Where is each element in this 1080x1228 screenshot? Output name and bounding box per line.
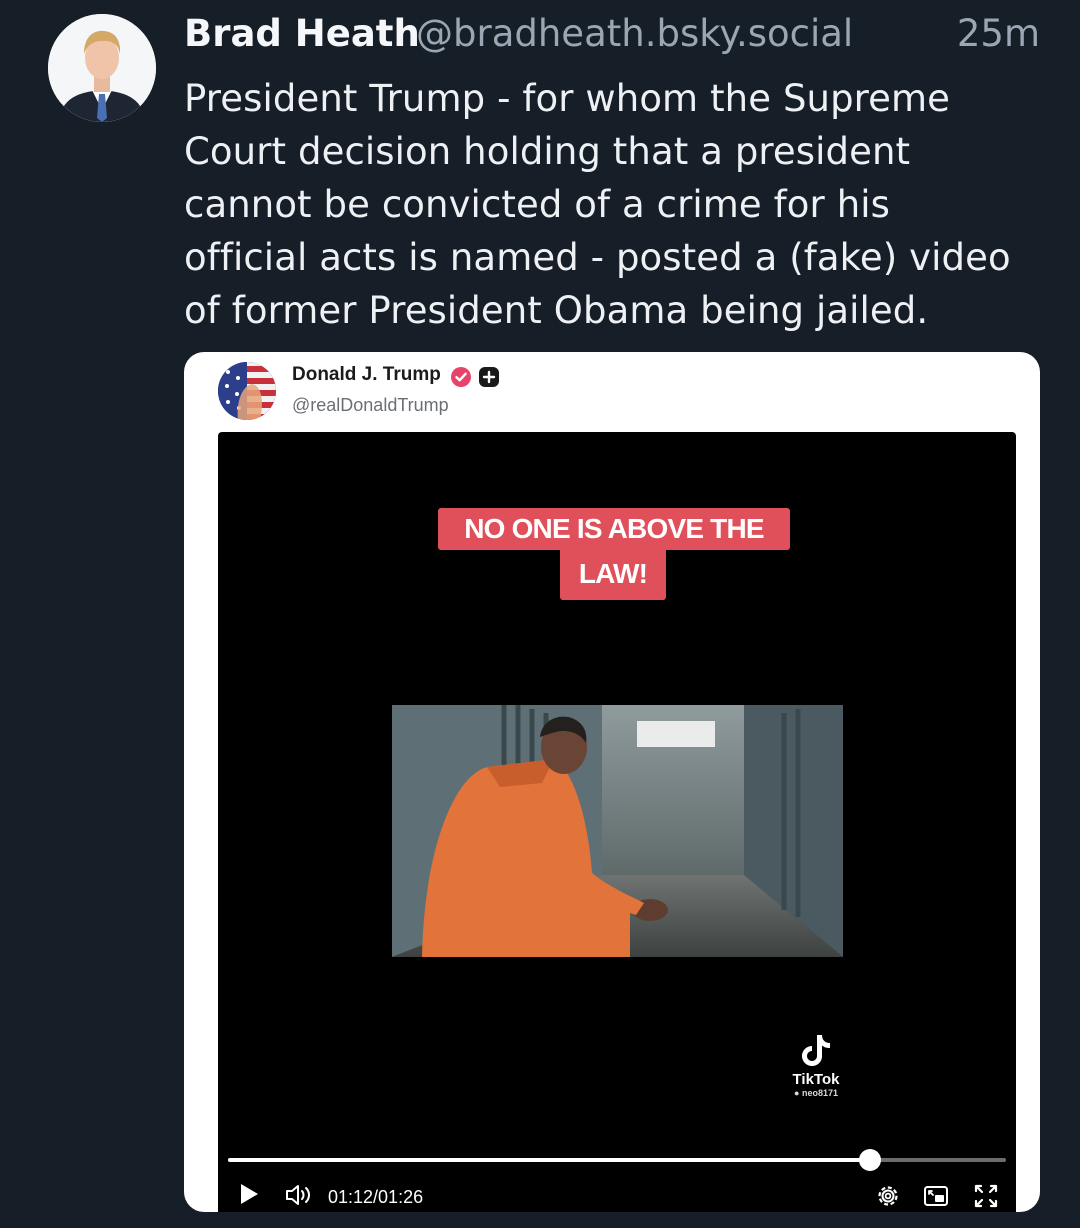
post-header: Brad Heath @bradheath.bsky.social 25m [184,10,1044,62]
tiktok-logo-icon [802,1035,830,1066]
tiktok-username-text: neo8171 [801,1088,838,1098]
author-avatar[interactable] [48,14,156,122]
volume-icon[interactable] [284,1182,314,1208]
author-handle[interactable]: @bradheath.bsky.social [416,12,853,55]
post-text-line: official acts is named - posted a (fake)… [184,236,1011,279]
video-caption-banner: LAW! [560,550,666,600]
video-caption-banner: NO ONE IS ABOVE THE [438,508,790,550]
post-text-line: Court decision holding that a president [184,130,911,173]
tiktok-watermark: TikTok ● neo8171 [773,1032,859,1098]
post-text-line: President Trump - for whom the Supreme [184,77,951,120]
plus-badge-icon [479,367,499,387]
progress-bar[interactable] [228,1149,1006,1171]
post-text: President Trump - for whom the Supreme C… [184,72,1064,337]
post-text-line: of former President Obama being jailed. [184,289,929,332]
embedded-screenshot-card[interactable]: Donald J. Trump @realDonaldTrump NO ONE … [184,352,1040,1212]
post-timestamp[interactable]: 25m [957,12,1040,55]
verified-icon [451,367,471,387]
embed-author-handle: @realDonaldTrump [292,395,449,415]
progress-fill [228,1158,870,1162]
tiktok-label: TikTok [792,1071,840,1088]
progress-thumb[interactable] [858,1149,881,1171]
settings-icon[interactable] [874,1182,902,1210]
video-still-image [392,705,843,957]
tiktok-username: ● neo8171 [794,1088,838,1098]
video-time: 01:12/01:26 [328,1187,424,1207]
fullscreen-icon[interactable] [972,1182,1000,1210]
author-name[interactable]: Brad Heath [184,12,420,55]
post-text-line: cannot be convicted of a crime for his [184,183,891,226]
embed-author-avatar [218,362,276,420]
picture-in-picture-icon[interactable] [922,1182,950,1210]
video-player[interactable]: NO ONE IS ABOVE THE LAW! TikTok ● neo817… [218,432,1016,1212]
embed-author-name: Donald J. Trump [292,364,441,385]
play-icon[interactable] [238,1182,260,1206]
